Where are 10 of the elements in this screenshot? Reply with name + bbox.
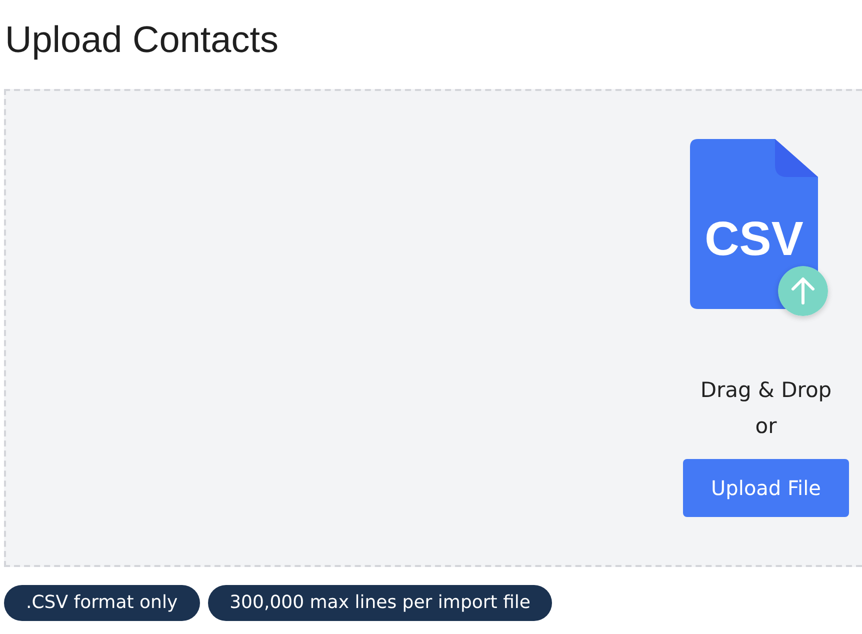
- page-title: Upload Contacts: [4, 18, 280, 62]
- file-icon: [690, 139, 818, 309]
- drop-zone[interactable]: CSV Drag & Drop or Upload File: [4, 89, 862, 567]
- file-type-label: CSV: [704, 215, 804, 265]
- or-text: or: [755, 413, 777, 440]
- upload-file-button[interactable]: Upload File: [683, 459, 849, 517]
- info-badge: 300,000 max lines per import file: [208, 585, 552, 621]
- info-badge: .CSV format only: [4, 585, 200, 621]
- arrow-up-icon: [778, 266, 828, 316]
- drag-drop-text: Drag & Drop: [700, 377, 832, 404]
